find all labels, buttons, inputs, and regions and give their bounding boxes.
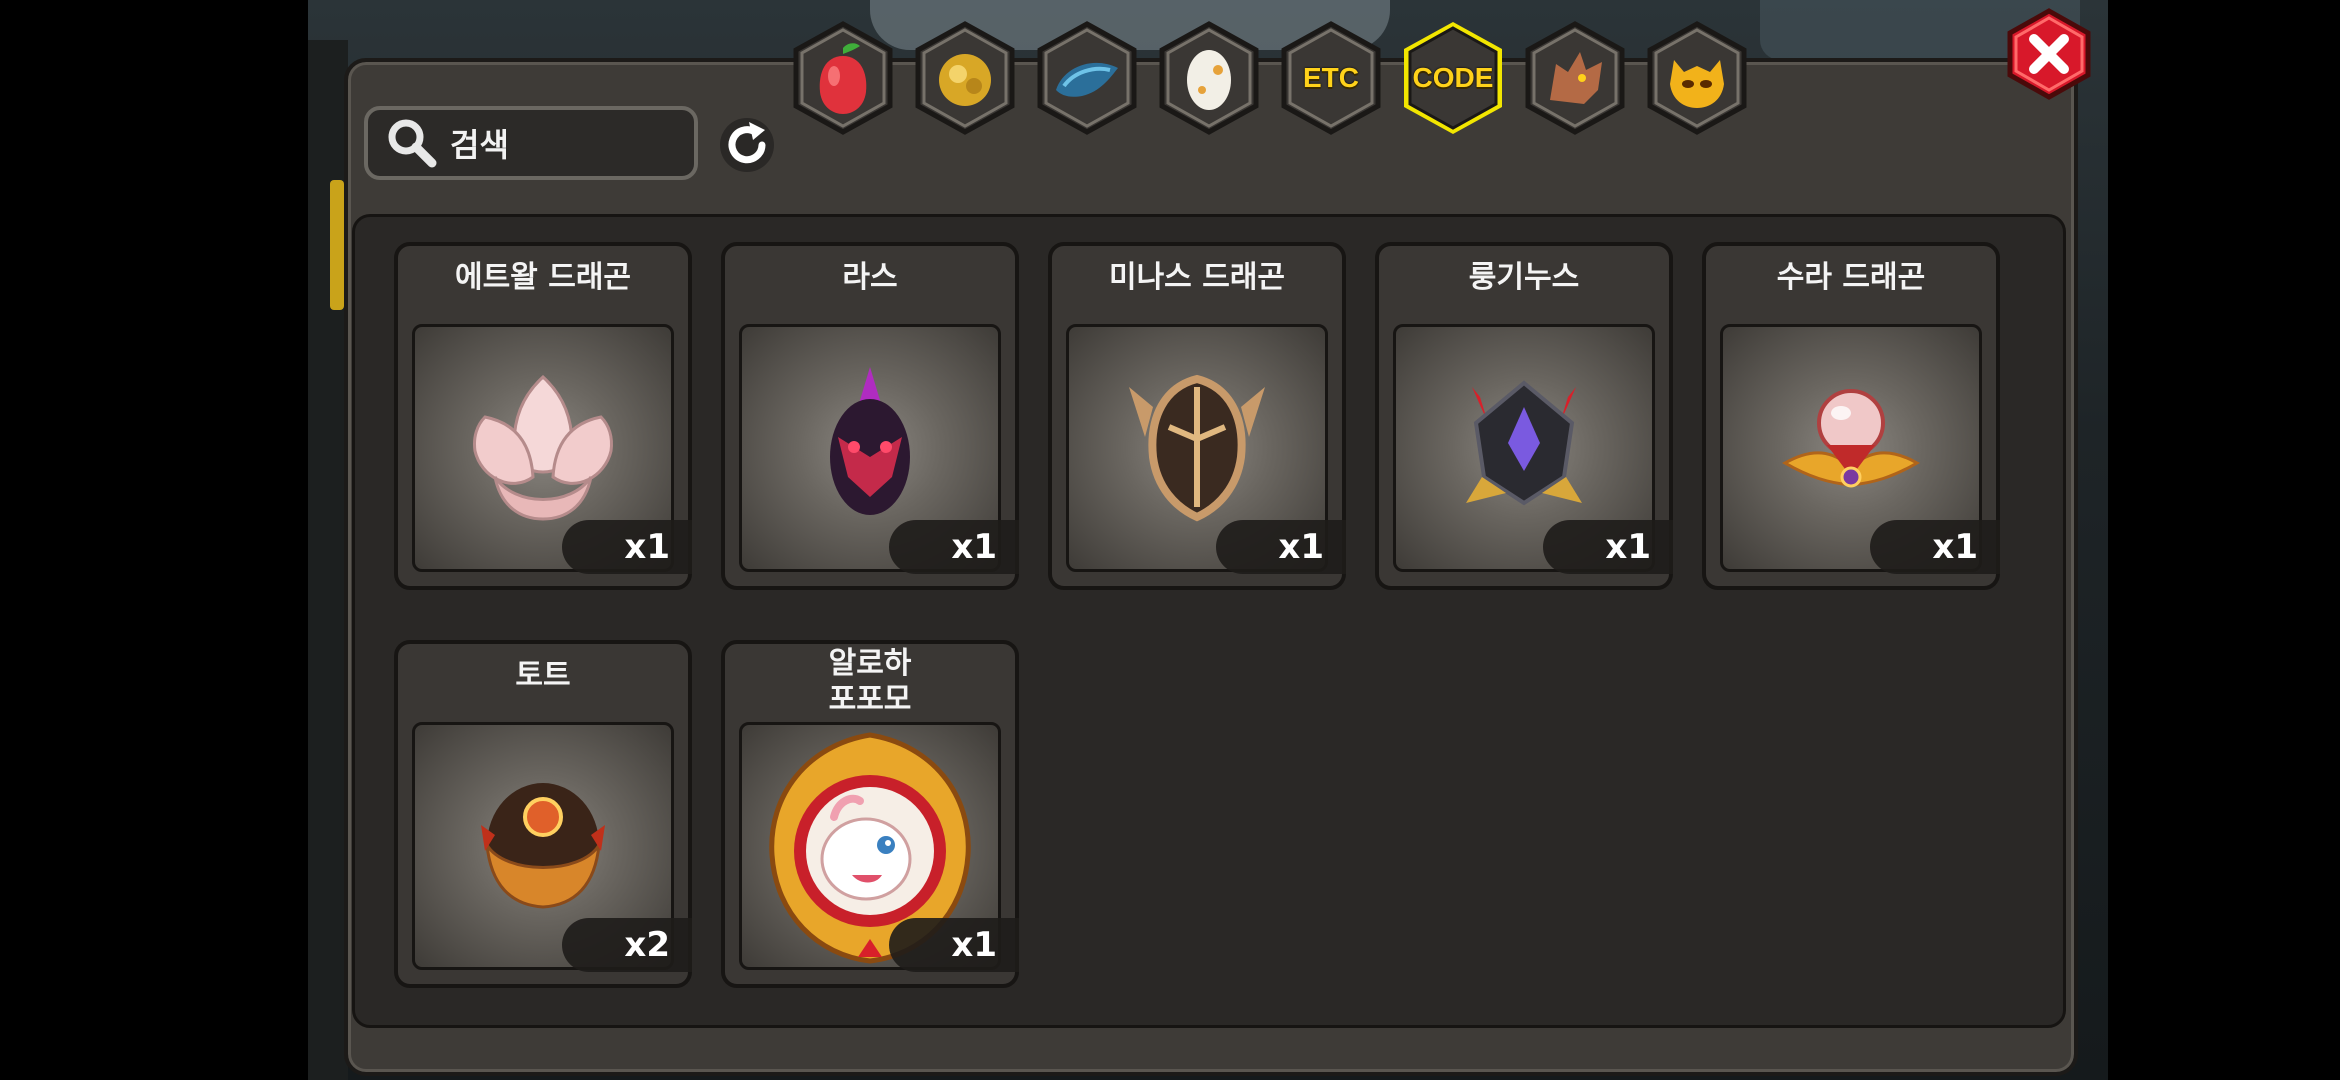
tab-dragon[interactable] xyxy=(1522,20,1628,136)
search-box[interactable]: 검색 xyxy=(364,106,698,180)
item-name: 수라 드래곤 xyxy=(1776,260,1926,295)
item-name: 에트왈 드래곤 xyxy=(454,260,632,295)
tab-gold[interactable] xyxy=(912,20,1018,136)
background-decor xyxy=(330,180,344,310)
tab-etc[interactable]: ETC xyxy=(1278,20,1384,136)
refresh-button[interactable] xyxy=(718,116,776,174)
gold-nugget-icon xyxy=(939,54,991,106)
item-card[interactable]: 토트 x2 xyxy=(394,640,692,988)
item-quantity: x2 xyxy=(562,918,692,972)
item-card[interactable]: 에트왈 드래곤 x1 xyxy=(394,242,692,590)
item-card[interactable]: 미나스 드래곤 x1 xyxy=(1048,242,1346,590)
tab-egg[interactable] xyxy=(1156,20,1262,136)
item-name: 미나스 드래곤 xyxy=(1108,260,1286,295)
item-name: 룽기누스 xyxy=(1468,260,1580,295)
item-name: 라스 xyxy=(842,260,898,295)
tab-mask[interactable] xyxy=(1644,20,1750,136)
item-card[interactable]: 수라 드래곤 x1 xyxy=(1702,242,2000,590)
dragon-head-icon xyxy=(1550,52,1602,104)
item-name: 알로하 포포모 xyxy=(828,646,912,717)
refresh-icon xyxy=(720,118,774,172)
etc-icon: ETC xyxy=(1303,62,1359,93)
egg-icon xyxy=(1187,50,1231,110)
code-icon: CODE xyxy=(1412,62,1494,93)
search-label: 검색 xyxy=(450,126,509,164)
item-quantity: x1 xyxy=(889,918,1019,972)
item-card[interactable]: 라스 x1 xyxy=(721,242,1019,590)
tab-scale[interactable] xyxy=(1034,20,1140,136)
fruit-icon xyxy=(819,43,867,114)
blue-scale-icon xyxy=(1056,62,1118,97)
close-icon xyxy=(2007,8,2091,100)
item-quantity: x1 xyxy=(1216,520,1346,574)
item-card[interactable]: 알로하 포포모 x1 xyxy=(721,640,1019,988)
tab-code[interactable]: CODE xyxy=(1400,20,1506,136)
item-quantity: x1 xyxy=(1870,520,2000,574)
item-quantity: x1 xyxy=(562,520,692,574)
item-quantity: x1 xyxy=(1543,520,1673,574)
mask-icon xyxy=(1670,60,1724,108)
item-card[interactable]: 룽기누스 x1 xyxy=(1375,242,1673,590)
search-icon xyxy=(382,113,442,173)
item-name: 토트 xyxy=(515,658,571,693)
tab-fruit[interactable] xyxy=(790,20,896,136)
item-quantity: x1 xyxy=(889,520,1019,574)
close-button[interactable] xyxy=(2004,8,2094,100)
